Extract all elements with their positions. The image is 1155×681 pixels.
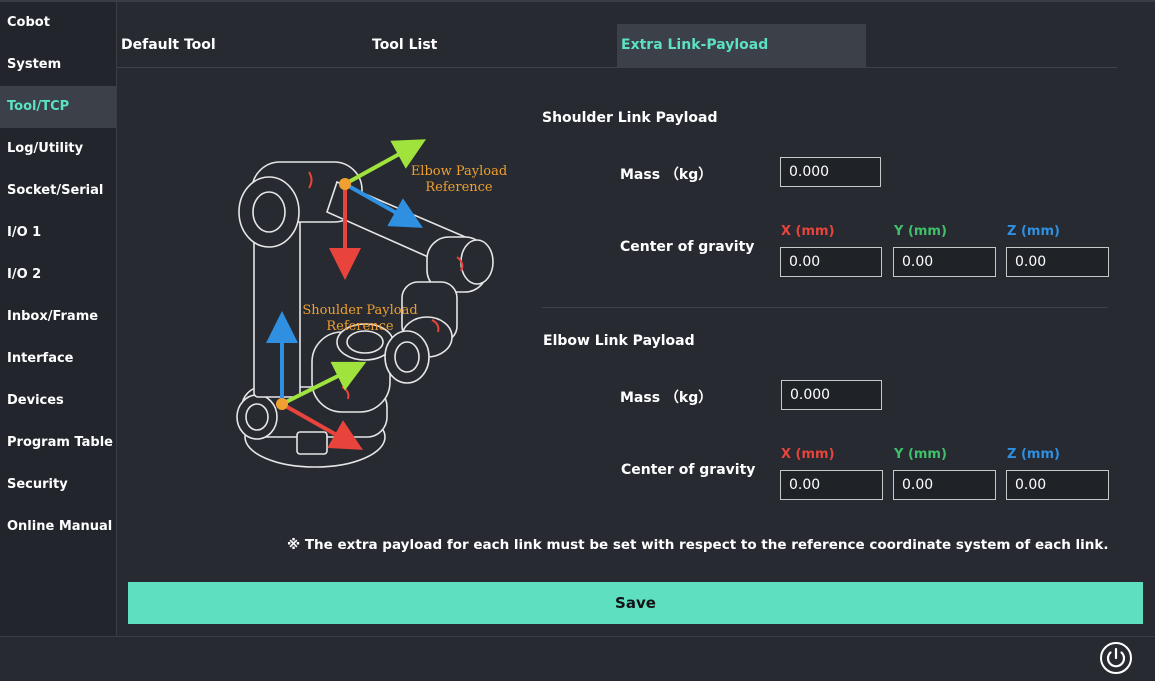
shoulder-y-input[interactable] [893, 247, 996, 277]
robot-arm-illustration: Elbow Payload Reference Shoulder Payload… [236, 139, 507, 468]
elbow-section-title: Elbow Link Payload [543, 333, 695, 349]
sidebar-item-online-manual[interactable]: Online Manual [0, 506, 116, 548]
elbow-y-label: Y (mm) [894, 447, 947, 462]
section-divider [542, 307, 1108, 308]
elbow-x-input[interactable] [780, 470, 883, 500]
shoulder-x-label: X (mm) [781, 224, 835, 239]
elbow-z-input[interactable] [1006, 470, 1109, 500]
main-panel: Default Tool Tool List Extra Link-Payloa… [117, 2, 1155, 636]
elbow-mass-input[interactable] [781, 380, 882, 410]
shoulder-reference-label: Shoulder Payload [302, 303, 417, 318]
tab-default-tool[interactable]: Default Tool [117, 24, 367, 67]
sidebar: Cobot System Tool/TCP Log/Utility Socket… [0, 2, 117, 636]
sidebar-item-system[interactable]: System [0, 44, 116, 86]
sidebar-item-inbox-frame[interactable]: Inbox/Frame [0, 296, 116, 338]
payload-note: ※ The extra payload for each link must b… [287, 537, 1109, 553]
elbow-mass-label: Mass （kg） [620, 390, 713, 406]
shoulder-z-input[interactable] [1006, 247, 1109, 277]
shoulder-z-label: Z (mm) [1007, 224, 1060, 239]
elbow-reference-label-2: Reference [425, 180, 493, 195]
sidebar-item-io1[interactable]: I/O 1 [0, 212, 116, 254]
sidebar-item-socket-serial[interactable]: Socket/Serial [0, 170, 116, 212]
sidebar-item-log-utility[interactable]: Log/Utility [0, 128, 116, 170]
elbow-reference-label: Elbow Payload [411, 164, 507, 179]
sidebar-item-program-table[interactable]: Program Table [0, 422, 116, 464]
sidebar-item-cobot[interactable]: Cobot [0, 2, 116, 44]
power-icon[interactable] [1099, 641, 1133, 675]
sidebar-item-interface[interactable]: Interface [0, 338, 116, 380]
sidebar-item-io2[interactable]: I/O 2 [0, 254, 116, 296]
sidebar-item-devices[interactable]: Devices [0, 380, 116, 422]
shoulder-mass-input[interactable] [780, 157, 881, 187]
tab-tool-list[interactable]: Tool List [368, 24, 618, 67]
shoulder-section-title: Shoulder Link Payload [542, 110, 718, 126]
elbow-cog-label: Center of gravity [621, 462, 756, 478]
elbow-y-input[interactable] [893, 470, 996, 500]
tab-bar: Default Tool Tool List Extra Link-Payloa… [117, 24, 1117, 68]
bottom-bar [0, 636, 1155, 681]
shoulder-y-label: Y (mm) [894, 224, 947, 239]
shoulder-x-input[interactable] [780, 247, 882, 277]
shoulder-cog-label: Center of gravity [620, 239, 755, 255]
save-button[interactable]: Save [128, 582, 1143, 624]
elbow-z-label: Z (mm) [1007, 447, 1060, 462]
sidebar-item-tool-tcp[interactable]: Tool/TCP [0, 86, 116, 128]
shoulder-reference-label-2: Reference [326, 319, 394, 334]
shoulder-mass-label: Mass （kg） [620, 167, 713, 183]
tab-extra-link-payload[interactable]: Extra Link-Payload [617, 24, 866, 67]
elbow-x-label: X (mm) [781, 447, 835, 462]
sidebar-item-security[interactable]: Security [0, 464, 116, 506]
